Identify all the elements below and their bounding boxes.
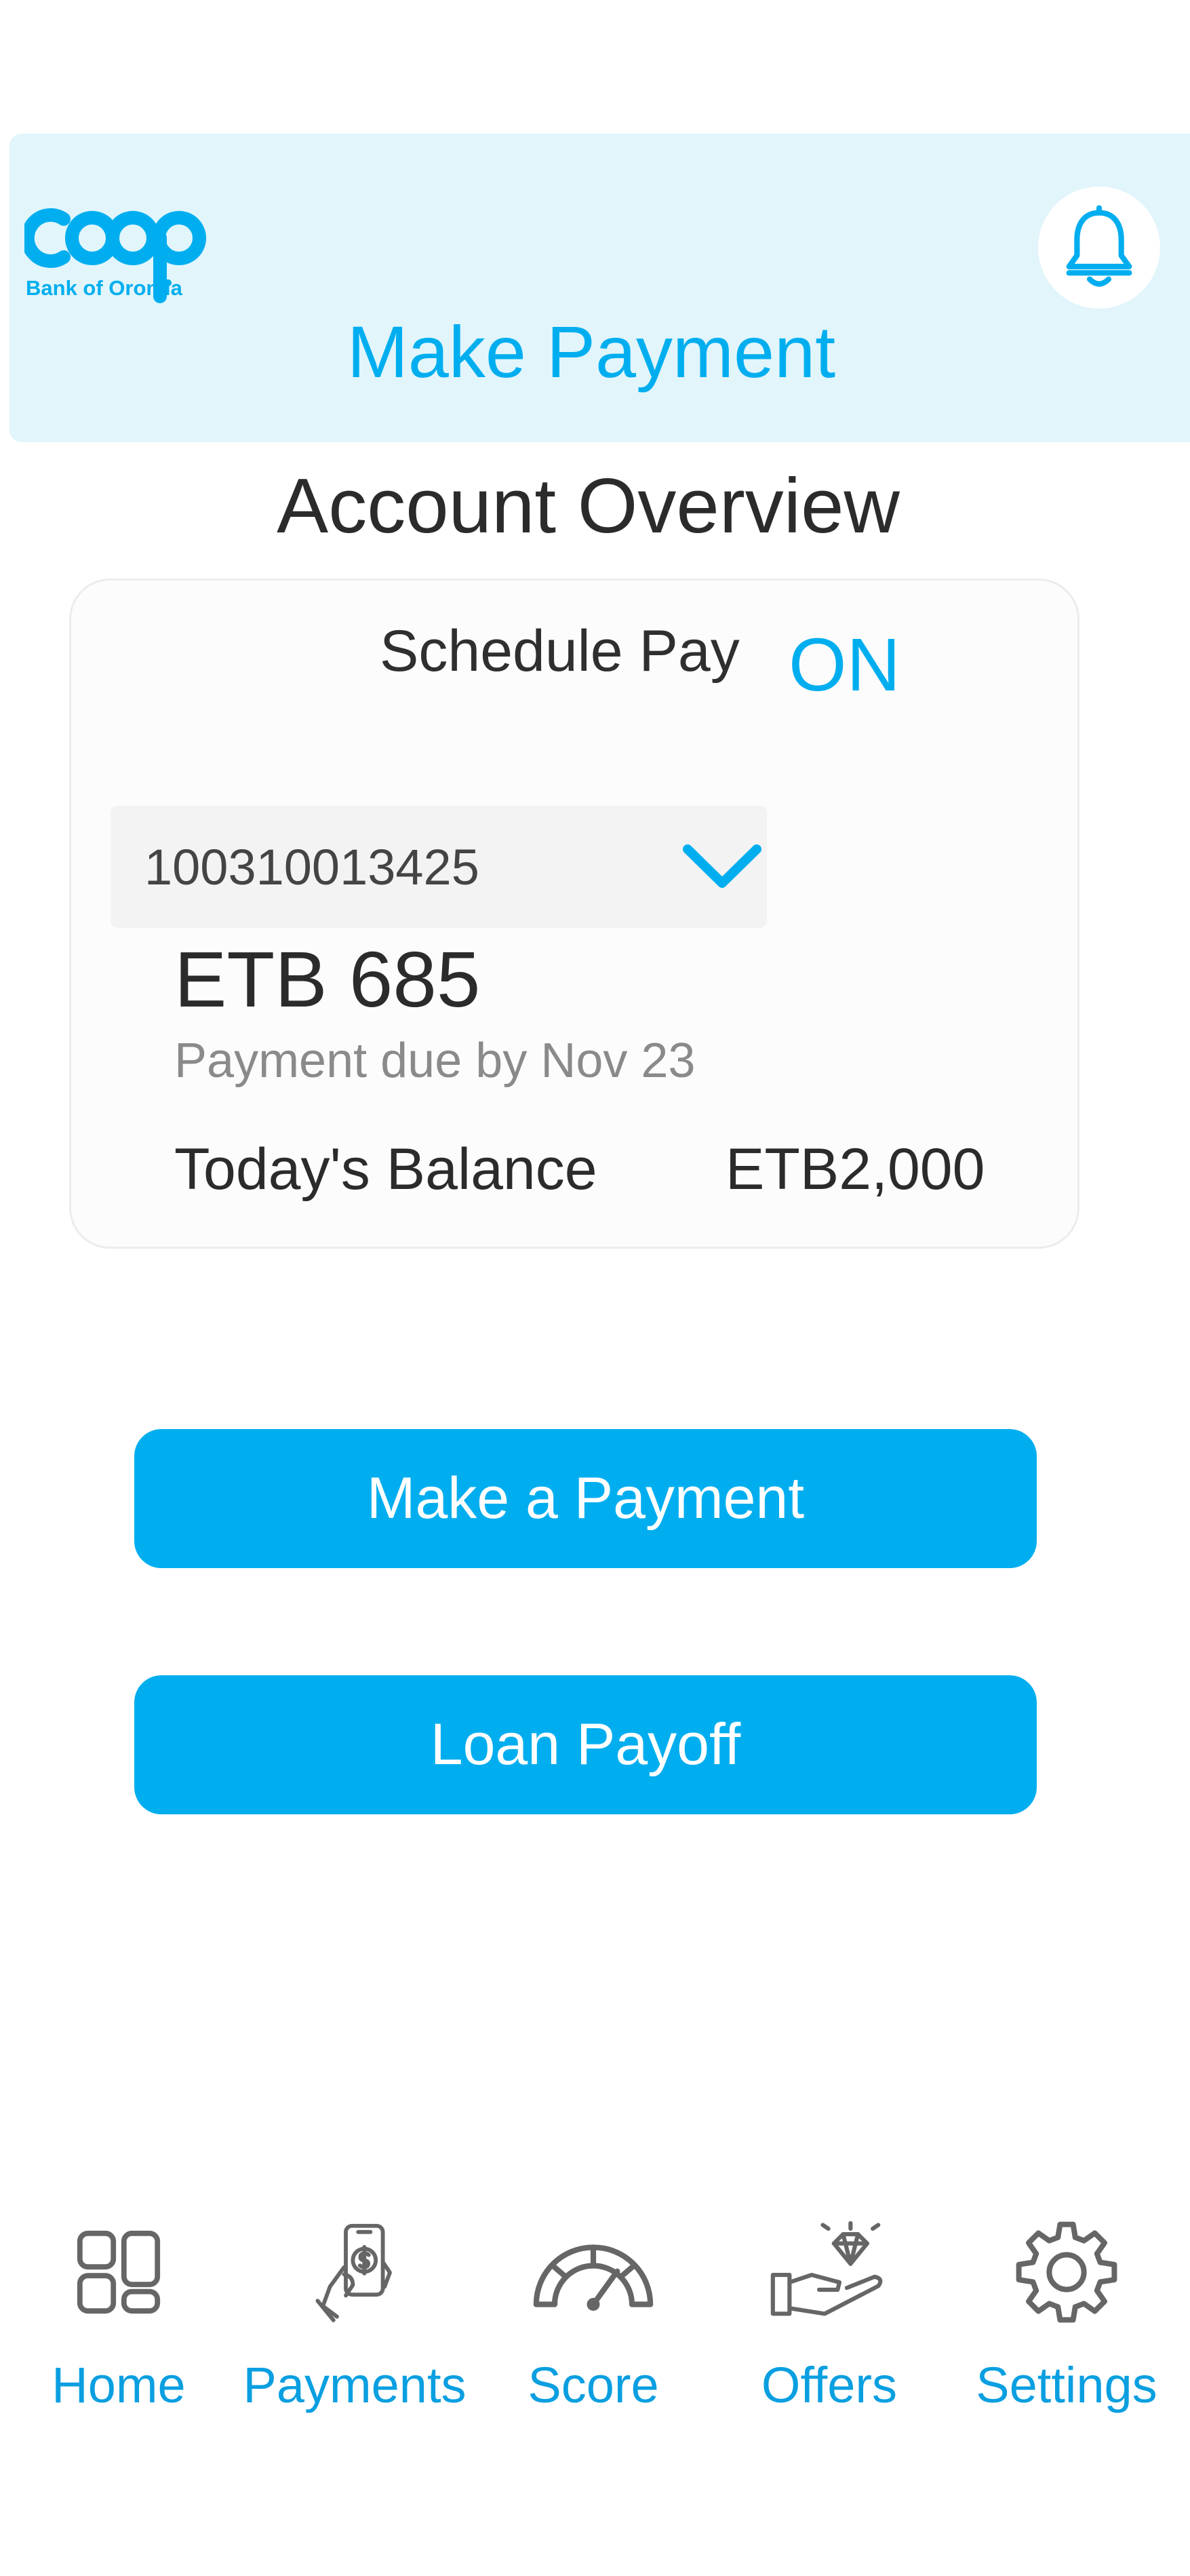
phone-payment-icon <box>315 2223 392 2322</box>
page-title: Make Payment <box>346 311 836 393</box>
section-title: Account Overview <box>277 463 900 549</box>
nav-score-label: Score <box>528 2357 659 2413</box>
nav-settings-label: Settings <box>976 2357 1157 2413</box>
gear-icon <box>1016 2221 1117 2323</box>
gauge-icon <box>533 2244 654 2311</box>
nav-payments-label: Payments <box>243 2357 467 2413</box>
due-date-text: Payment due by Nov 23 <box>174 1034 696 1088</box>
account-overview-card: Schedule Pay ON 100310013425 ETB 685 Pay… <box>69 579 1079 1249</box>
chevron-down-icon <box>683 844 761 888</box>
nav-home-label: Home <box>52 2357 186 2413</box>
balance-value: ETB2,000 <box>726 1137 985 1202</box>
loan-payoff-button[interactable]: Loan Payoff <box>134 1675 1037 1814</box>
app-header: Bank of Oromia Make Payment <box>9 134 1190 442</box>
notifications-button[interactable] <box>1038 187 1160 309</box>
balance-label: Today's Balance <box>174 1137 597 1202</box>
nav-score[interactable]: Score <box>478 2208 709 2411</box>
account-selector[interactable]: 100310013425 <box>111 806 767 928</box>
coop-logo: Bank of Oromia <box>24 201 269 303</box>
bell-icon <box>1066 205 1132 287</box>
nav-offers-label: Offers <box>761 2357 898 2413</box>
schedule-pay-toggle[interactable]: ON <box>789 628 900 703</box>
nav-settings[interactable]: Settings <box>951 2208 1182 2411</box>
nav-payments[interactable]: Payments <box>239 2208 470 2411</box>
nav-home[interactable]: Home <box>3 2208 234 2411</box>
logo-subtext: Bank of Oromia <box>26 276 182 300</box>
schedule-pay-label: Schedule Pay <box>380 619 740 684</box>
amount-due: ETB 685 <box>174 935 481 1023</box>
home-grid-icon <box>77 2230 161 2314</box>
make-payment-button[interactable]: Make a Payment <box>134 1429 1037 1568</box>
account-number: 100310013425 <box>144 839 479 895</box>
nav-offers[interactable]: Offers <box>714 2208 945 2411</box>
diamond-hand-icon <box>770 2221 883 2316</box>
